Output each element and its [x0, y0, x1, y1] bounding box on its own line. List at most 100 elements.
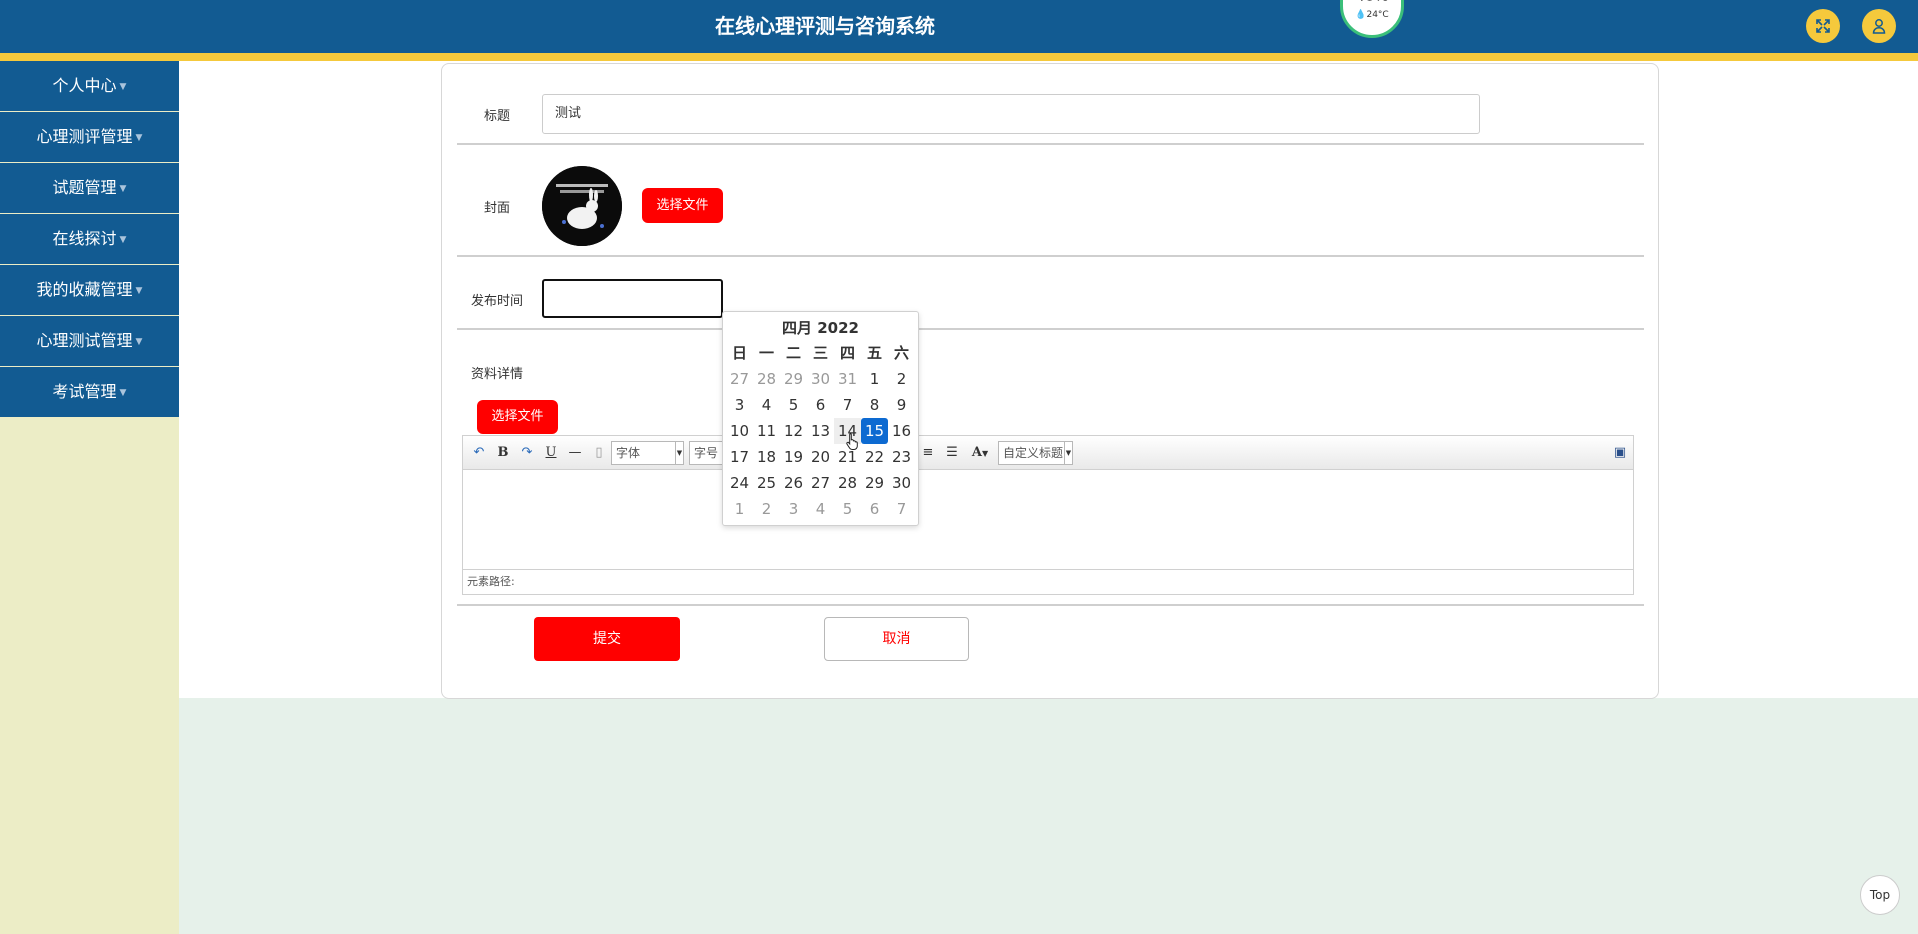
cover-image[interactable] — [542, 166, 622, 246]
sidebar-item-label: 个人中心 — [52, 76, 117, 95]
calendar-day-cell[interactable]: 24 — [726, 470, 753, 496]
calendar-day-cell[interactable]: 30 — [888, 470, 915, 496]
title-input[interactable]: 测试 — [542, 94, 1480, 134]
header-accent-stripe — [0, 53, 1918, 61]
publish-time-label: 发布时间 — [470, 294, 523, 309]
row-divider — [457, 143, 1644, 145]
back-to-top-button[interactable]: Top — [1860, 875, 1900, 915]
calendar-day-cell[interactable]: 6 — [807, 392, 834, 418]
calendar-day-cell[interactable]: 11 — [753, 418, 780, 444]
cancel-button[interactable]: 取消 — [824, 617, 969, 661]
sidebar-item-label: 试题管理 — [52, 178, 117, 197]
align-justify-icon[interactable]: ☰ — [944, 443, 960, 463]
submit-button[interactable]: 提交 — [534, 617, 680, 661]
date-picker-popup: 四月 2022 日一二三四五六 27 28 29 30 31 1 2 3 4 5 6 7 8 9 10 11 12… — [722, 311, 919, 526]
redo-icon[interactable]: ↷ — [519, 443, 535, 463]
sidebar-item-favorites-management[interactable]: 我的收藏管理 ▼ — [0, 265, 179, 315]
bold-icon[interactable]: B — [495, 443, 511, 463]
calendar-day-cell[interactable]: 7 — [888, 496, 915, 522]
calendar-day-cell[interactable]: 9 — [888, 392, 915, 418]
caret-down-icon: ▼ — [135, 286, 143, 296]
calendar-day-cell[interactable]: 19 — [780, 444, 807, 470]
publish-time-input[interactable] — [542, 279, 723, 318]
sidebar-item-personal-center[interactable]: 个人中心 ▼ — [0, 61, 179, 111]
calendar-weekday-header: 一 — [758, 344, 774, 362]
sidebar-item-online-discussion[interactable]: 在线探讨 ▼ — [0, 214, 179, 264]
font-size-select-value: 字号 — [694, 446, 719, 460]
row-divider — [457, 604, 1644, 606]
caret-down-icon: ▼ — [135, 133, 143, 143]
horizontal-rule-icon[interactable]: — — [567, 443, 583, 463]
calendar-day-cell[interactable]: 29 — [780, 366, 807, 392]
calendar-grid: 日一二三四五六 27 28 29 30 31 1 2 3 4 5 6 7 8 9 10 11 12 13 14 15 16… — [726, 340, 917, 522]
calendar-day-cell[interactable]: 23 — [888, 444, 915, 470]
paste-plain-icon[interactable]: ▯ — [591, 443, 607, 463]
calendar-day-cell[interactable]: 5 — [834, 496, 861, 522]
calendar-day-cell[interactable]: 1 — [861, 366, 888, 392]
calendar-day-cell[interactable]: 16 — [888, 418, 915, 444]
calendar-day-cell[interactable]: 20 — [807, 444, 834, 470]
align-right-icon[interactable]: ≡ — [920, 443, 936, 463]
calendar-day-cell[interactable]: 30 — [807, 366, 834, 392]
calendar-day-cell[interactable]: 3 — [726, 392, 753, 418]
calendar-day-cell[interactable]: 4 — [807, 496, 834, 522]
calendar-day-cell[interactable]: 8 — [861, 392, 888, 418]
expand-icon — [1816, 19, 1830, 33]
custom-title-select[interactable]: 自定义标题 ▼ — [998, 441, 1073, 465]
font-color-icon[interactable]: A▼ — [968, 443, 992, 463]
choose-detail-file-button[interactable]: 选择文件 — [477, 400, 558, 434]
sidebar-item-assessment-management[interactable]: 心理测评管理 ▼ — [0, 112, 179, 162]
font-family-select-value: 字体 — [616, 446, 641, 460]
droplet-icon: 💧 — [1355, 10, 1367, 20]
calendar-day-cell[interactable]: 17 — [726, 444, 753, 470]
calendar-day-cell[interactable]: 2 — [888, 366, 915, 392]
cover-rabbit-image — [542, 166, 622, 246]
calendar-day-cell[interactable]: 10 — [726, 418, 753, 444]
calendar-day-cell[interactable]: 28 — [753, 366, 780, 392]
calendar-day-cell[interactable]: 7 — [834, 392, 861, 418]
calendar-day-cell[interactable]: 29 — [861, 470, 888, 496]
calendar-weekday-header: 三 — [812, 344, 828, 362]
calendar-day-cell[interactable]: 3 — [780, 496, 807, 522]
calendar-day-cell[interactable]: 6 — [861, 496, 888, 522]
calendar-weekday-header: 五 — [866, 344, 882, 362]
user-button[interactable] — [1862, 9, 1896, 43]
calendar-day-cell[interactable]: 27 — [807, 470, 834, 496]
calendar-day-cell[interactable]: 5 — [780, 392, 807, 418]
editor-content-area[interactable] — [463, 470, 1633, 569]
calendar-day-cell[interactable]: 27 — [726, 366, 753, 392]
sidebar-item-question-management[interactable]: 试题管理 ▼ — [0, 163, 179, 213]
fullscreen-editor-icon[interactable]: ▣ — [1612, 443, 1628, 463]
calendar-day-cell[interactable]: 22 — [861, 444, 888, 470]
calendar-weekday-header: 日 — [731, 344, 747, 362]
calendar-day-cell[interactable]: 13 — [807, 418, 834, 444]
calendar-day-cell[interactable]: 18 — [753, 444, 780, 470]
sidebar-item-test-management[interactable]: 心理测试管理 ▼ — [0, 316, 179, 366]
font-family-select[interactable]: 字体 ▼ — [611, 441, 684, 465]
choose-cover-file-button[interactable]: 选择文件 — [642, 188, 723, 223]
calendar-day-cell[interactable]: 28 — [834, 470, 861, 496]
rich-text-editor: ↶ B ↷ U — ▯ 字体 ▼ 字号 ≡ ☰ A▼ 自定义标题 ▼ ▣ 元素路… — [462, 435, 1634, 595]
calendar-day-cell[interactable]: 31 — [834, 366, 861, 392]
top-header: 在线心理评测与咨询系统 — [0, 0, 1918, 53]
calendar-day-cell[interactable]: 26 — [780, 470, 807, 496]
editor-toolbar: ↶ B ↷ U — ▯ 字体 ▼ 字号 ≡ ☰ A▼ 自定义标题 ▼ ▣ — [463, 436, 1633, 470]
sidebar: 个人中心 ▼ 心理测评管理 ▼ 试题管理 ▼ 在线探讨 ▼ 我的收藏管理 ▼ 心理测试管理… — [0, 61, 179, 934]
sidebar-item-exam-management[interactable]: 考试管理 ▼ — [0, 367, 179, 417]
caret-down-icon: ▼ — [119, 235, 127, 245]
underline-icon[interactable]: U — [543, 443, 559, 463]
fullscreen-button[interactable] — [1806, 9, 1840, 43]
calendar-day-cell[interactable]: 12 — [780, 418, 807, 444]
calendar-day-cell[interactable]: 25 — [753, 470, 780, 496]
calendar-day-cell[interactable]: 4 — [753, 392, 780, 418]
detail-label: 资料详情 — [470, 367, 523, 382]
calendar-day-cell[interactable]: 2 — [753, 496, 780, 522]
undo-icon[interactable]: ↶ — [471, 443, 487, 463]
calendar-weekday-header: 六 — [893, 344, 909, 362]
calendar-month-title[interactable]: 四月 2022 — [723, 317, 918, 338]
calendar-day-cell[interactable]: 1 — [726, 496, 753, 522]
hand-cursor-icon — [846, 433, 858, 450]
calendar-day-cell[interactable]: 15 — [861, 418, 888, 444]
caret-down-icon: ▼ — [119, 82, 127, 92]
sidebar-item-label: 心理测评管理 — [36, 127, 133, 146]
